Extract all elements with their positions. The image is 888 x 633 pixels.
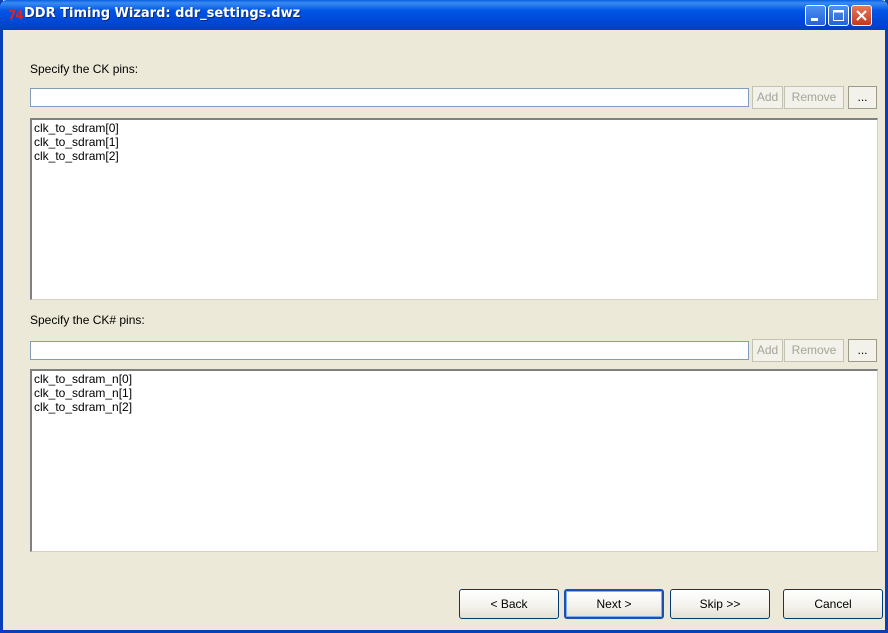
close-button[interactable] (851, 5, 872, 26)
ck-pin-input[interactable] (30, 88, 749, 107)
list-item[interactable]: clk_to_sdram_n[1] (34, 386, 875, 400)
list-item[interactable]: clk_to_sdram[0] (34, 121, 875, 135)
list-item[interactable]: clk_to_sdram[2] (34, 149, 875, 163)
ck-remove-button[interactable]: Remove (784, 86, 844, 109)
minimize-button[interactable] (805, 5, 826, 26)
ckn-pins-label: Specify the CK# pins: (30, 313, 145, 327)
title-bar[interactable]: 74 DDR Timing Wizard: ddr_settings.dwz (0, 0, 888, 30)
list-item[interactable]: clk_to_sdram_n[0] (34, 372, 875, 386)
ck-browse-button[interactable]: ... (848, 86, 877, 109)
ckn-browse-button[interactable]: ... (848, 339, 877, 362)
app-icon: 74 (8, 8, 24, 22)
next-button[interactable]: Next > (564, 589, 664, 619)
ck-pins-list[interactable]: clk_to_sdram[0] clk_to_sdram[1] clk_to_s… (30, 118, 878, 300)
ckn-add-button[interactable]: Add (752, 339, 783, 362)
maximize-button[interactable] (828, 5, 849, 26)
list-item[interactable]: clk_to_sdram[1] (34, 135, 875, 149)
ckn-remove-button[interactable]: Remove (784, 339, 844, 362)
skip-button[interactable]: Skip >> (670, 589, 770, 619)
minimize-icon (811, 18, 818, 21)
window-title: DDR Timing Wizard: ddr_settings.dwz (24, 6, 301, 21)
ckn-pin-input[interactable] (30, 341, 749, 360)
back-button[interactable]: < Back (459, 589, 559, 619)
wizard-window: 74 DDR Timing Wizard: ddr_settings.dwz S… (0, 0, 888, 633)
cancel-button[interactable]: Cancel (783, 589, 883, 619)
maximize-icon (833, 10, 844, 21)
ck-add-button[interactable]: Add (752, 86, 783, 109)
close-icon (856, 10, 867, 21)
ckn-pins-list[interactable]: clk_to_sdram_n[0] clk_to_sdram_n[1] clk_… (30, 369, 878, 552)
ck-pins-label: Specify the CK pins: (30, 62, 139, 76)
list-item[interactable]: clk_to_sdram_n[2] (34, 400, 875, 414)
